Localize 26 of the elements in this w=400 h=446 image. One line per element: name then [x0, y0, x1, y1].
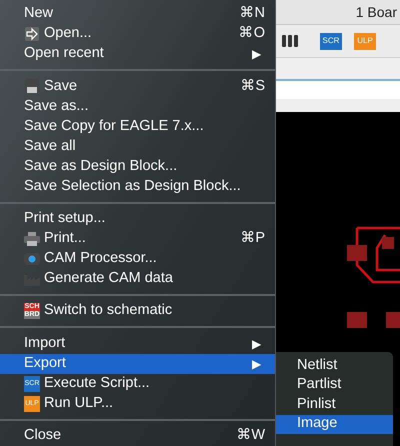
- menu-item[interactable]: CAM Processor...: [0, 248, 275, 269]
- arrow-icon: [24, 26, 40, 42]
- toolbar-button[interactable]: SCR: [320, 32, 342, 50]
- menu-item[interactable]: Close ⌘W: [0, 426, 275, 446]
- menu-item[interactable]: Open... ⌘O: [0, 24, 275, 44]
- menu-item[interactable]: New ⌘N: [0, 4, 275, 24]
- menu-item[interactable]: Save Copy for EAGLE 7.x...: [0, 116, 275, 136]
- submenu-item[interactable]: Image: [276, 414, 393, 434]
- submenu-item[interactable]: Pinlist: [276, 395, 393, 414]
- menu-item[interactable]: Print... ⌘P: [0, 228, 275, 249]
- switches-icon[interactable]: [282, 35, 298, 47]
- submenu-item[interactable]: Partlist: [276, 376, 393, 395]
- menu-item[interactable]: Open recent ▶: [0, 44, 275, 64]
- menu-item[interactable]: Import ▶: [0, 334, 275, 354]
- menu-item[interactable]: Save all: [0, 136, 275, 156]
- camera-icon: [24, 252, 40, 266]
- menu-item[interactable]: Print setup...: [0, 208, 275, 229]
- menu-item[interactable]: Save as...: [0, 96, 275, 116]
- menu-item[interactable]: Generate CAM data: [0, 268, 275, 289]
- menu-item[interactable]: Export ▶: [0, 354, 275, 374]
- printer-icon: [24, 232, 40, 246]
- menu-item[interactable]: Save Selection as Design Block...: [0, 176, 275, 196]
- window-title: 1 Boar: [356, 2, 397, 22]
- menu-item[interactable]: Save ⌘S: [0, 76, 275, 96]
- menu-item[interactable]: Save as Design Block...: [0, 156, 275, 176]
- submenu-item[interactable]: Netlist: [276, 356, 393, 376]
